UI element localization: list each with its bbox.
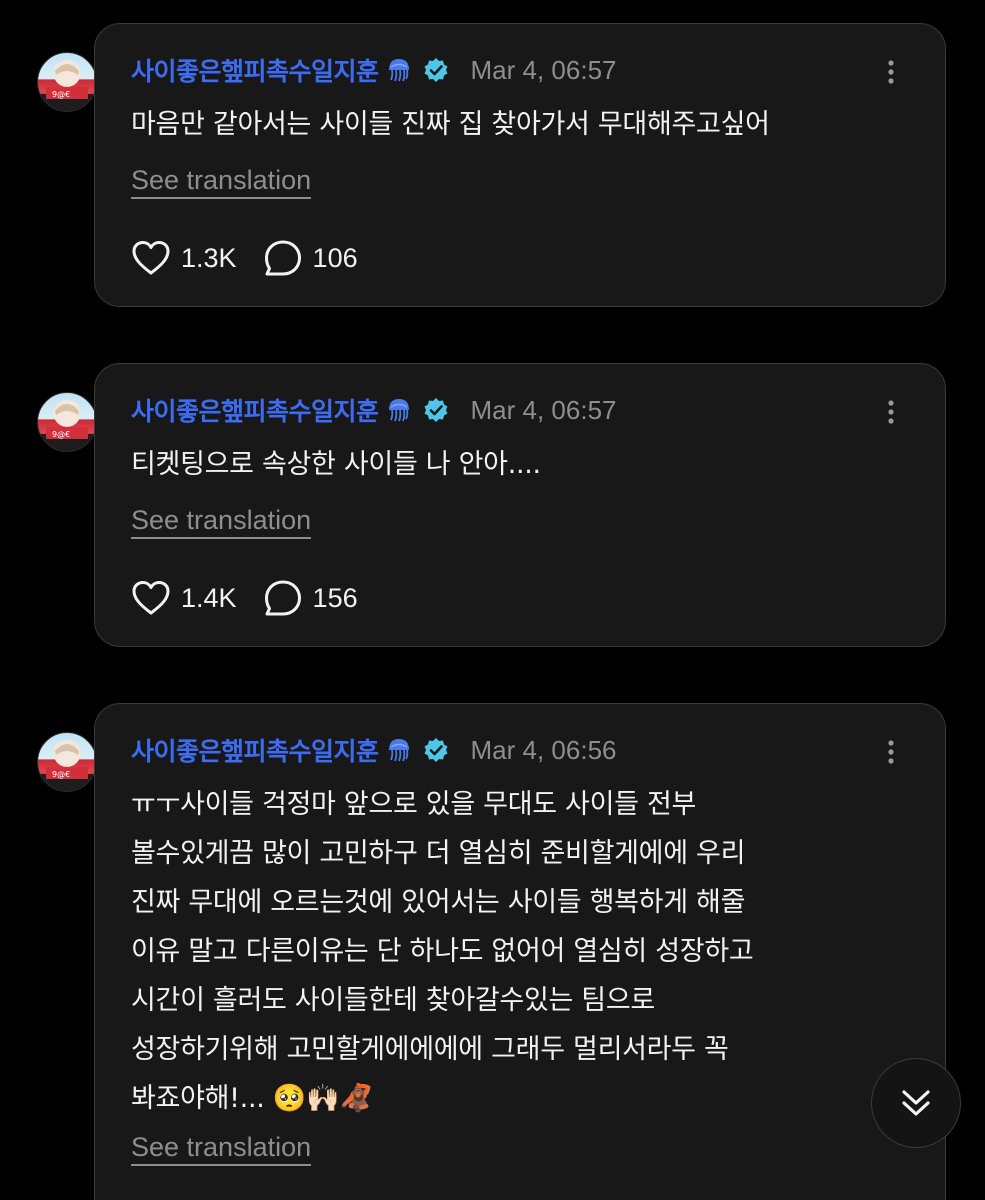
timestamp: Mar 4, 06:57 <box>470 54 617 85</box>
svg-text:9@€: 9@€ <box>52 90 70 99</box>
comment-button[interactable]: 156 <box>263 579 358 617</box>
more-options-icon[interactable] <box>879 398 903 426</box>
more-options-icon[interactable] <box>879 58 903 86</box>
timestamp: Mar 4, 06:56 <box>470 734 617 765</box>
post-header: 사이좋은햎피촉수일지훈 Mar 4, 06:57 <box>131 392 617 428</box>
see-translation-link[interactable]: See translation <box>131 165 312 199</box>
scroll-to-bottom-button[interactable] <box>871 1058 961 1148</box>
see-translation-link[interactable]: See translation <box>131 1132 312 1166</box>
username[interactable]: 사이좋은햎피촉수일지훈 <box>131 732 379 768</box>
svg-text:9@€: 9@€ <box>52 770 70 779</box>
more-options-icon[interactable] <box>879 738 903 766</box>
post-text: ㅠㅜ사이들 걱정마 앞으로 있을 무대도 사이들 전부 볼수있게끔 많이 고민하… <box>131 789 754 1114</box>
avatar[interactable]: 9@€ <box>37 732 97 792</box>
heart-icon <box>132 241 170 275</box>
avatar[interactable]: 9@€ <box>37 392 97 452</box>
like-count: 1.4K <box>181 582 237 613</box>
like-count: 1.3K <box>181 242 237 273</box>
post-text: 티켓팅으로 속상한 사이들 나 안아.... <box>131 449 541 480</box>
jellyfish-icon <box>388 399 409 422</box>
post-card[interactable]: 사이좋은햎피촉수일지훈 Mar 4, 06:56 ㅠㅜ사이들 걱정마 앞으로 있… <box>94 703 946 1200</box>
svg-text:9@€: 9@€ <box>52 430 70 439</box>
like-button[interactable]: 1.4K <box>131 580 237 616</box>
verified-badge-icon <box>424 738 448 762</box>
post-card[interactable]: 사이좋은햎피촉수일지훈 Mar 4, 06:57 마음만 같아서는 사이들 진짜… <box>94 23 946 307</box>
post-header: 사이좋은햎피촉수일지훈 Mar 4, 06:56 <box>131 732 617 768</box>
comment-count: 156 <box>312 582 358 613</box>
username[interactable]: 사이좋은햎피촉수일지훈 <box>131 392 379 428</box>
like-button[interactable]: 1.3K <box>131 240 237 276</box>
verified-badge-icon <box>424 58 448 82</box>
comment-icon <box>264 240 301 276</box>
post-header: 사이좋은햎피촉수일지훈 Mar 4, 06:57 <box>131 52 617 88</box>
jellyfish-icon <box>388 739 409 762</box>
timestamp: Mar 4, 06:57 <box>470 394 617 425</box>
username[interactable]: 사이좋은햎피촉수일지훈 <box>131 52 379 88</box>
post-text: 마음만 같아서는 사이들 진짜 집 찾아가서 무대해주고싶어 <box>131 109 770 140</box>
avatar[interactable]: 9@€ <box>37 52 97 112</box>
post-actions: 1.4K 156 <box>131 578 384 618</box>
post-actions: 1.3K 106 <box>131 238 384 278</box>
double-chevron-down-icon <box>902 1090 930 1116</box>
verified-badge-icon <box>424 398 448 422</box>
see-translation-link[interactable]: See translation <box>131 505 312 539</box>
comment-count: 106 <box>312 242 358 273</box>
jellyfish-icon <box>388 59 409 82</box>
comment-button[interactable]: 106 <box>263 239 358 277</box>
comment-icon <box>264 580 301 616</box>
post-card[interactable]: 사이좋은햎피촉수일지훈 Mar 4, 06:57 티켓팅으로 속상한 사이들 나… <box>94 363 946 647</box>
heart-icon <box>132 581 170 615</box>
